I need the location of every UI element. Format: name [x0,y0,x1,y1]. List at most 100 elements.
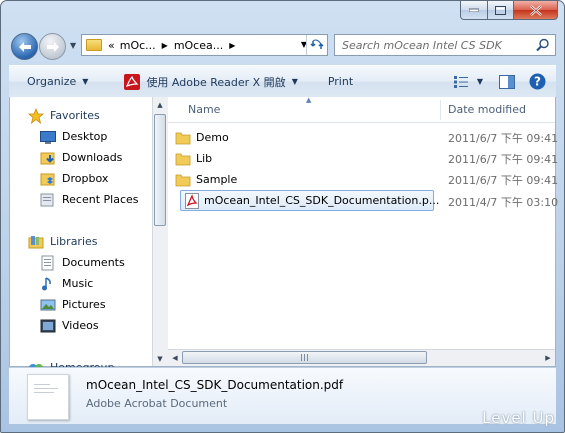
close-icon [529,4,542,16]
watermark: Level Up [482,409,555,427]
refresh-icon [310,39,324,49]
column-divider[interactable] [440,100,441,120]
breadcrumb-overflow[interactable]: « [108,39,115,52]
minimize-icon [469,8,479,12]
column-name-label: Name [188,103,221,116]
list-item[interactable]: Sample 2011/6/7 下午 09:41 [175,169,561,190]
nav-pictures[interactable]: Pictures [40,294,106,315]
caption-buttons [460,1,558,20]
file-name: Sample [196,173,238,186]
file-date: 2011/6/7 下午 09:41 [448,173,559,187]
folder-icon [175,130,191,146]
address-bar[interactable]: « mOc... ▶ mOcea... ▶ ▼ [81,34,328,56]
file-name: Lib [196,152,213,165]
sort-ascending-icon: ▲ [306,96,312,104]
adobe-reader-icon [124,73,141,90]
navigation-pane: Favorites Desktop Downloads Dropbox Rece… [10,97,152,374]
nav-libraries-label: Libraries [50,235,98,248]
explorer-window: ▼ « mOc... ▶ mOcea... ▶ ▼ Organize ▼ 使用 … [0,0,565,433]
dropbox-folder-icon [40,171,56,187]
back-button[interactable] [11,33,38,60]
nav-downloads-label: Downloads [62,151,123,164]
search-input[interactable] [340,37,534,53]
list-item[interactable]: Demo 2011/6/7 下午 09:41 [175,127,561,148]
scroll-left-icon[interactable]: ◀ [168,350,182,365]
scrollbar-thumb[interactable] [182,351,427,364]
command-bar: Organize ▼ 使用 Adobe Reader X 開啟 ▼ Print … [9,65,556,98]
folder-icon [86,39,102,51]
view-options-dropdown[interactable]: ▼ [473,66,491,97]
address-row: ▼ « mOc... ▶ mOcea... ▶ ▼ [9,31,556,61]
open-with-button[interactable]: 使用 Adobe Reader X 開啟 ▼ [98,66,307,97]
print-label: Print [327,75,354,88]
nav-recent-places[interactable]: Recent Places [40,189,139,210]
chevron-down-icon: ▼ [291,77,298,86]
help-button[interactable]: ? [529,66,556,97]
chevron-down-icon: ▼ [476,77,483,86]
nav-desktop[interactable]: Desktop [40,126,107,147]
file-thumbnail [27,374,69,420]
organize-button[interactable]: Organize ▼ [9,66,98,97]
scrollbar-thumb[interactable] [154,114,166,226]
horizontal-scrollbar[interactable]: ◀ ▶ [168,349,555,366]
scroll-right-icon[interactable]: ▶ [541,350,555,365]
navigation-scrollbar[interactable]: ▲ ▼ [152,97,168,366]
preview-pane-button[interactable] [491,66,529,97]
nav-music[interactable]: Music [40,273,93,294]
grip-icon [300,354,308,361]
search-icon [536,38,549,52]
breadcrumb-separator-icon[interactable]: ▶ [229,41,235,50]
print-button[interactable]: Print [308,66,363,97]
nav-documents[interactable]: Documents [40,252,125,273]
content-area: Favorites Desktop Downloads Dropbox Rece… [9,96,558,374]
details-file-name: mOcean_Intel_CS_SDK_Documentation.pdf [86,378,344,392]
search-box[interactable] [334,34,556,56]
nav-videos-label: Videos [62,319,99,332]
pdf-file-icon [185,192,199,209]
forward-arrow-icon [46,41,59,52]
nav-favorites[interactable]: Favorites [28,105,100,126]
file-name: mOcean_Intel_CS_SDK_Documentation.p... [204,194,440,207]
file-date: 2011/6/7 下午 09:41 [448,131,559,145]
column-date-label: Date modified [448,103,526,116]
open-with-label: 使用 Adobe Reader X 開啟 [146,75,286,89]
list-item-selected[interactable]: mOcean_Intel_CS_SDK_Documentation.p... [180,190,439,211]
star-icon [28,107,44,124]
breadcrumb-item-1[interactable]: mOc... [120,39,156,52]
scroll-up-icon[interactable]: ▲ [153,97,167,112]
nav-libraries[interactable]: Libraries [28,231,98,252]
folder-icon [175,151,191,167]
close-button[interactable] [514,1,558,20]
chevron-down-icon: ▼ [82,77,89,86]
scroll-down-icon[interactable]: ▼ [153,351,167,366]
folder-icon [175,172,191,188]
maximize-icon [495,5,506,15]
recent-pages-dropdown[interactable]: ▼ [70,41,76,50]
videos-icon [40,318,56,334]
maximize-button[interactable] [488,1,514,20]
nav-recent-places-label: Recent Places [62,193,139,206]
nav-videos[interactable]: Videos [40,315,99,336]
downloads-folder-icon [40,150,56,166]
organize-label: Organize [27,75,77,88]
preview-pane-icon [499,74,515,89]
pictures-icon [40,297,56,313]
refresh-button[interactable] [306,35,327,55]
nav-dropbox[interactable]: Dropbox [40,168,108,189]
list-item[interactable]: Lib 2011/6/7 下午 09:41 [175,148,561,169]
music-note-icon [40,276,56,292]
nav-dropbox-label: Dropbox [62,172,109,185]
svg-text:?: ? [534,75,541,89]
nav-downloads[interactable]: Downloads [40,147,122,168]
column-name[interactable]: Name [188,97,220,122]
column-headers: ▲ Name Date modified [168,96,555,123]
change-view-button[interactable] [449,66,473,97]
minimize-button[interactable] [460,1,488,20]
nav-documents-label: Documents [62,256,125,269]
column-date-modified[interactable]: Date modified [448,97,526,122]
forward-button[interactable] [39,33,66,60]
file-list: ▲ Name Date modified Demo 2011/6/7 下午 09… [168,96,558,366]
recent-places-icon [40,192,56,208]
breadcrumb-item-2[interactable]: mOcea... [174,39,223,52]
breadcrumb-separator-icon[interactable]: ▶ [162,41,168,50]
